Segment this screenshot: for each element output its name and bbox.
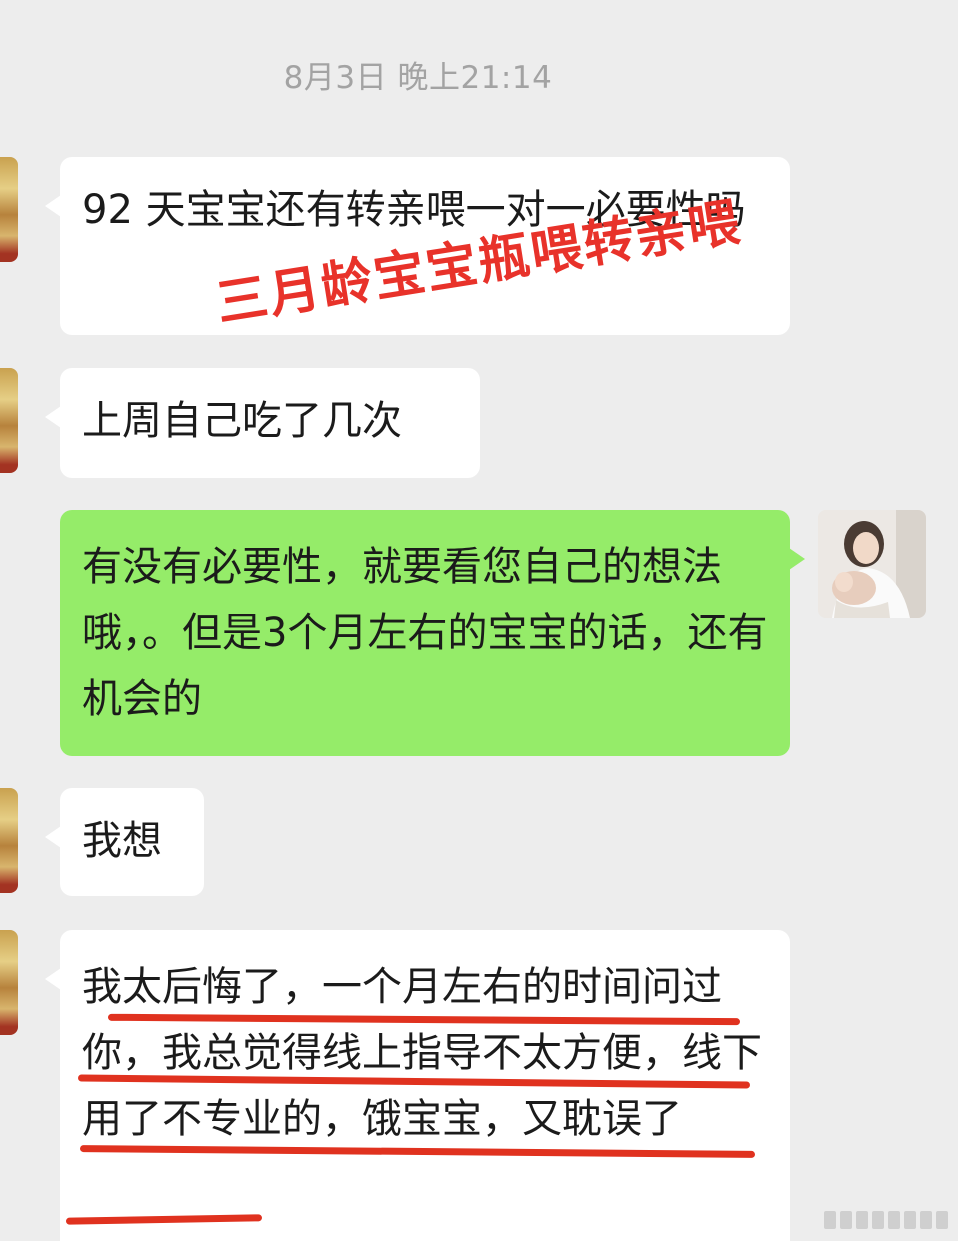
contact-avatar[interactable] — [0, 788, 18, 893]
contact-avatar[interactable] — [0, 157, 18, 262]
message-text: 我想 — [82, 818, 162, 864]
message-bubble-outgoing[interactable]: 有没有必要性，就要看您自己的想法哦，。但是3个月左右的宝宝的话，还有机会的 — [60, 510, 805, 756]
message-text: 上周自己吃了几次 — [82, 398, 402, 444]
watermark — [798, 1207, 948, 1233]
contact-avatar[interactable] — [0, 930, 18, 1035]
user-avatar[interactable] — [818, 510, 926, 618]
message-bubble-incoming[interactable]: 我想 — [45, 788, 204, 896]
mother-baby-photo-icon — [818, 510, 926, 618]
chat-timestamp: 8月3日 晚上21:14 — [283, 60, 553, 96]
message-bubble-incoming[interactable]: 上周自己吃了几次 — [45, 368, 480, 478]
message-text: 有没有必要性，就要看您自己的想法哦，。但是3个月左右的宝宝的话，还有机会的 — [82, 544, 768, 722]
contact-avatar[interactable] — [0, 368, 18, 473]
message-text: 我太后悔了，一个月左右的时间问过你，我总觉得线上指导不太方便，线下用了不专业的，… — [82, 964, 762, 1142]
